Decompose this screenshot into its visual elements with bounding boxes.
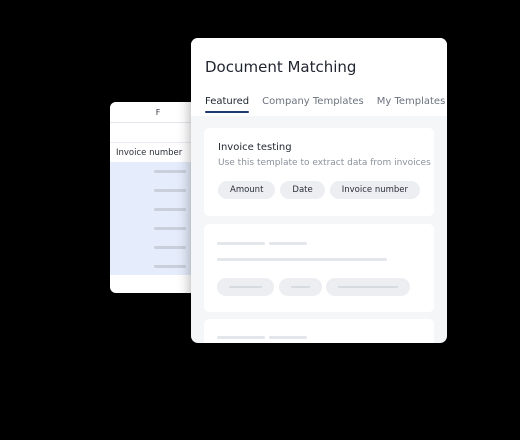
column-header-label: Invoice number — [116, 147, 183, 158]
skeleton-chip — [326, 278, 410, 296]
cell-placeholder — [154, 246, 186, 249]
tab-company-templates[interactable]: Company Templates — [262, 96, 364, 113]
skeleton-title-bar — [269, 242, 307, 245]
template-field-chips: Amount Date Invoice number — [218, 181, 420, 199]
panel-header: Document Matching Featured Company Templ… — [191, 38, 447, 116]
skeleton-title-bar — [217, 336, 265, 339]
field-chip-amount[interactable]: Amount — [218, 181, 276, 199]
template-card-placeholder[interactable] — [204, 224, 434, 312]
skeleton-title-bar — [217, 242, 265, 245]
document-matching-panel: Document Matching Featured Company Templ… — [191, 38, 447, 343]
cell-placeholder — [154, 227, 186, 230]
skeleton-title-bar — [269, 336, 307, 339]
cell-placeholder — [154, 170, 186, 173]
template-card-placeholder[interactable] — [204, 319, 434, 343]
template-tabs: Featured Company Templates My Templates — [205, 96, 445, 113]
cell-placeholder — [154, 189, 186, 192]
field-chip-date[interactable]: Date — [280, 181, 325, 199]
field-chip-invoice-number[interactable]: Invoice number — [329, 181, 420, 199]
page-title: Document Matching — [205, 58, 357, 76]
tab-my-templates[interactable]: My Templates — [377, 96, 446, 113]
skeleton-chip — [279, 278, 322, 296]
skeleton-description-bar — [217, 258, 387, 261]
cell-placeholder — [154, 208, 186, 211]
template-card-invoice-testing[interactable]: Invoice testing Use this template to ext… — [204, 128, 434, 216]
tab-featured[interactable]: Featured — [205, 96, 250, 113]
template-description: Use this template to extract data from i… — [218, 158, 431, 168]
template-title: Invoice testing — [218, 142, 292, 153]
column-letter: F — [155, 107, 161, 117]
skeleton-chip — [217, 278, 274, 296]
cell-placeholder — [154, 265, 186, 268]
stage: F Invoice number Document Matching Featu… — [0, 0, 520, 440]
